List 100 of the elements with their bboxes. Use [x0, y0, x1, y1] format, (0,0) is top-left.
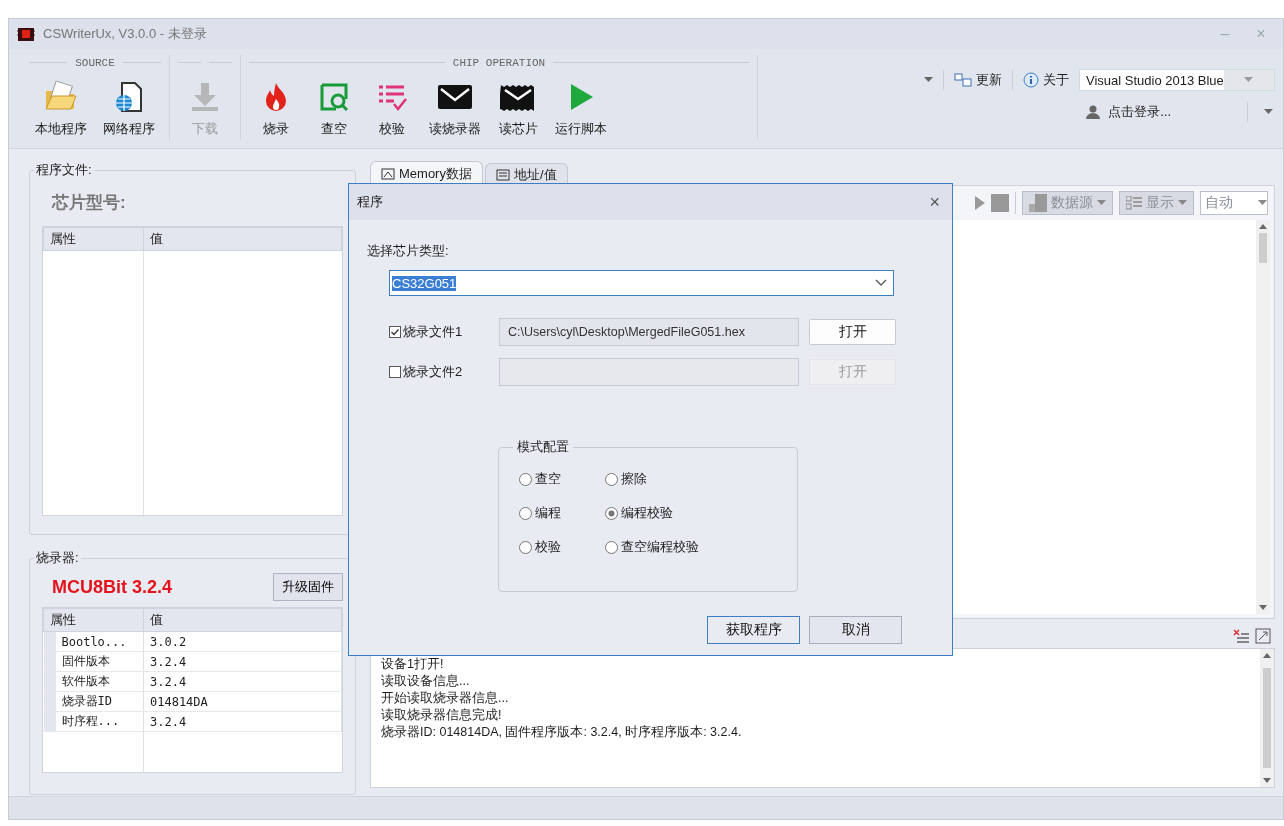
- scroll-up-icon: [1259, 224, 1267, 229]
- scroll-down-icon: [1263, 778, 1271, 783]
- close-button[interactable]: ×: [925, 191, 944, 213]
- group-label: SOURCE: [75, 56, 115, 69]
- table-cell: Bootlo...: [43, 631, 144, 652]
- web-document-icon: [114, 81, 144, 113]
- folder-icon: [44, 81, 78, 113]
- group-title: 模式配置: [516, 438, 570, 456]
- play-icon: [975, 196, 985, 210]
- scrollbar[interactable]: [1256, 220, 1270, 614]
- column-header: 属性: [43, 608, 144, 632]
- group-label: CHIP OPERATION: [452, 56, 546, 69]
- radio-button[interactable]: [605, 540, 618, 554]
- user-icon: [1086, 105, 1101, 119]
- clear-log-icon: [1233, 628, 1249, 643]
- ribbon-button[interactable]: 校验: [365, 78, 419, 140]
- table-cell: 固件版本: [43, 651, 144, 672]
- chip-model-label: 芯片型号:: [52, 192, 127, 214]
- table-cell: 软件版本: [43, 671, 144, 692]
- radio-label: 擦除: [621, 470, 647, 488]
- cancel-button[interactable]: 取消: [809, 616, 902, 644]
- scrollbar-thumb[interactable]: [1259, 233, 1267, 263]
- checkbox-label: 烧录文件2: [403, 363, 463, 381]
- get-program-button[interactable]: 获取程序: [707, 616, 800, 644]
- radio-label: 查空编程校验: [621, 538, 699, 556]
- login-button[interactable]: 点击登录...: [1084, 101, 1173, 123]
- window-title: CSWriterUx, V3.0.0 - 未登录: [43, 25, 208, 43]
- radio-label: 查空: [535, 470, 561, 488]
- upgrade-firmware-button[interactable]: 升级固件: [273, 573, 343, 601]
- log-line: 读取烧录器信息完成!: [381, 707, 503, 725]
- scroll-up-icon: [1263, 653, 1271, 659]
- about-button[interactable]: 关于: [1021, 69, 1071, 91]
- table-cell: 3.0.2: [143, 631, 342, 652]
- section-title: 烧录器:: [35, 549, 80, 567]
- scrollbar-thumb[interactable]: [1263, 668, 1271, 768]
- caret-icon: [1264, 109, 1273, 115]
- open-button[interactable]: 打开: [809, 319, 896, 345]
- envelope-icon: [437, 83, 473, 111]
- radio-button[interactable]: [519, 540, 532, 554]
- scrollbar[interactable]: [1260, 649, 1274, 787]
- table-cell: 烧录器ID: [43, 691, 144, 712]
- caret-icon: [1258, 200, 1267, 206]
- chip-type-dropdown[interactable]: CS32G051: [389, 270, 894, 296]
- radio-button[interactable]: [605, 472, 618, 486]
- file-path-field[interactable]: C:\Users\cyl\Desktop\MergedFileG051.hex: [499, 318, 799, 346]
- app-logo-icon: [17, 25, 35, 43]
- log-line: 读取设备信息...: [381, 673, 471, 691]
- radio-button[interactable]: [519, 506, 532, 520]
- list-icon: [1126, 196, 1142, 210]
- ribbon-button[interactable]: 烧录: [249, 78, 303, 140]
- field-label: 选择芯片类型:: [367, 242, 450, 260]
- list-icon: [495, 168, 510, 181]
- chip-envelope-icon: [500, 83, 536, 111]
- table-cell: 3.2.4: [143, 671, 342, 692]
- checkbox[interactable]: [389, 326, 401, 338]
- expand-icon: [1255, 627, 1271, 644]
- scroll-down-icon: [1259, 604, 1267, 610]
- magnifier-square-icon: [319, 82, 349, 112]
- ribbon-button[interactable]: 读芯片: [491, 78, 545, 140]
- log-line: 烧录器ID: 014814DA, 固件程序版本: 3.2.4, 时序程序版本: 3.2.4.: [381, 724, 743, 742]
- caret-icon: [1097, 200, 1106, 206]
- ribbon-button[interactable]: 读烧录器: [423, 78, 487, 140]
- ribbon-button[interactable]: 查空: [307, 78, 361, 140]
- dialog-title: 程序: [357, 193, 383, 211]
- caret-icon: [1244, 77, 1254, 83]
- ribbon-button[interactable]: 运行脚本: [549, 78, 613, 140]
- checkbox-label: 烧录文件1: [403, 323, 463, 341]
- radio-button[interactable]: [519, 472, 532, 486]
- caret-icon: [924, 77, 933, 83]
- download-icon: [189, 81, 221, 113]
- chevron-down-icon: [875, 279, 887, 287]
- radio-label: 校验: [535, 538, 561, 556]
- caret-icon: [1178, 200, 1187, 206]
- tab[interactable]: 地址/值: [484, 163, 568, 185]
- theme-dropdown[interactable]: Visual Studio 2013 Blue: [1079, 69, 1275, 91]
- table-cell: 3.2.4: [143, 651, 342, 672]
- column-header: 值: [143, 227, 342, 251]
- section-title: 程序文件:: [35, 161, 93, 179]
- ribbon-button[interactable]: 网络程序: [97, 78, 161, 140]
- info-icon: [1023, 72, 1039, 88]
- log-line: 设备1打开!: [381, 656, 445, 674]
- column-header: 值: [143, 608, 342, 632]
- ribbon-button[interactable]: 本地程序: [29, 78, 93, 140]
- tab[interactable]: Memory数据: [370, 161, 483, 185]
- log-line: 开始读取烧录器信息...: [381, 690, 510, 708]
- programmer-model: MCU8Bit 3.2.4: [52, 576, 173, 598]
- stop-icon: [991, 194, 1009, 212]
- dropdown-button[interactable]: [1262, 107, 1275, 117]
- dropdown-button[interactable]: [922, 75, 935, 85]
- database-icon: [1029, 194, 1047, 212]
- radio-label: 编程: [535, 504, 561, 522]
- update-button[interactable]: 更新: [952, 69, 1004, 91]
- radio-button[interactable]: [605, 506, 618, 520]
- table-cell: 时序程...: [43, 711, 144, 732]
- column-header: 属性: [43, 227, 144, 251]
- mode-dropdown[interactable]: 自动: [1200, 191, 1268, 215]
- windows-icon: [954, 73, 972, 87]
- radio-label: 编程校验: [621, 504, 673, 522]
- table-cell: 3.2.4: [143, 711, 342, 732]
- table-cell: 014814DA: [143, 691, 342, 712]
